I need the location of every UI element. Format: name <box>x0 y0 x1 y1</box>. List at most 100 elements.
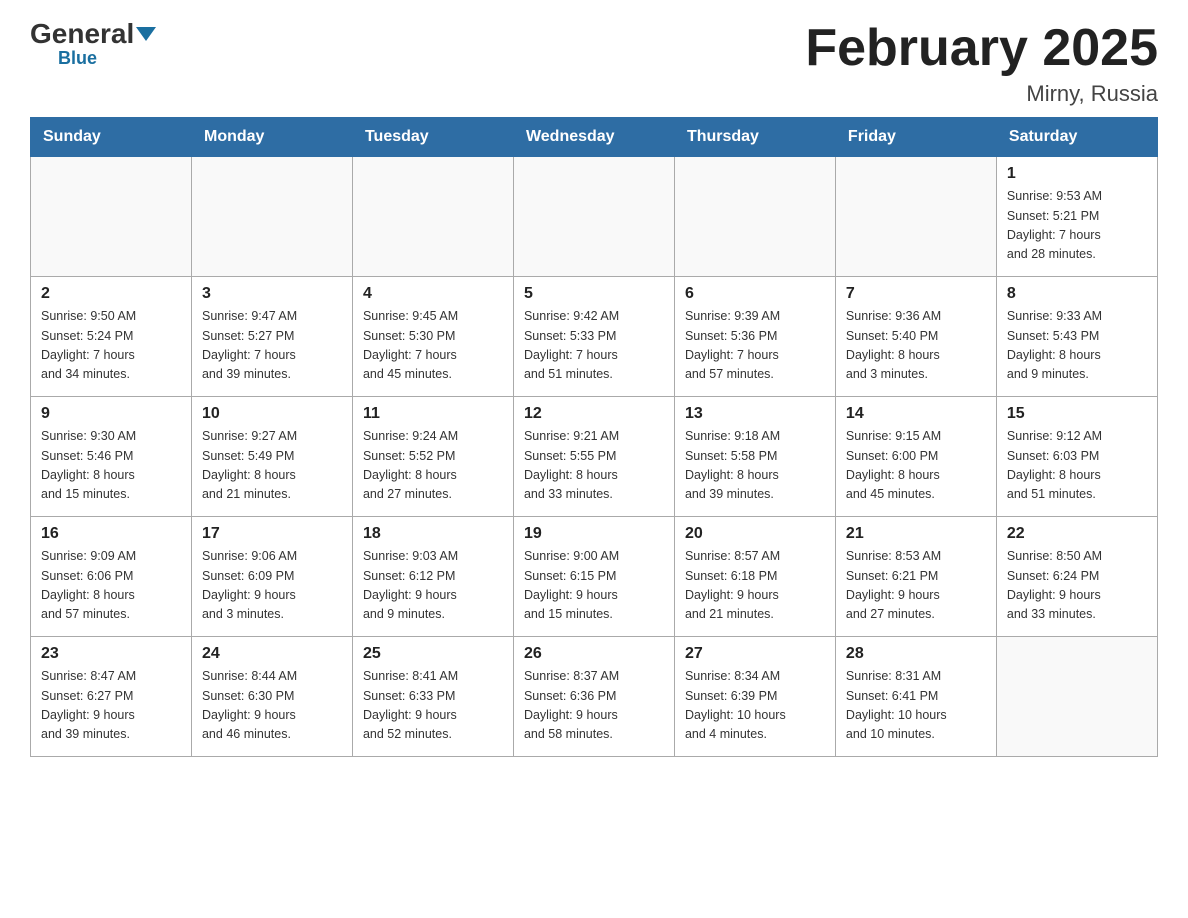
day-number: 20 <box>685 525 825 543</box>
calendar-subtitle: Mirny, Russia <box>805 81 1158 107</box>
calendar-day: 15Sunrise: 9:12 AMSunset: 6:03 PMDayligh… <box>996 397 1157 517</box>
weekday-header-wednesday: Wednesday <box>513 118 674 157</box>
calendar-day: 16Sunrise: 9:09 AMSunset: 6:06 PMDayligh… <box>31 517 192 637</box>
calendar-day: 20 Sunrise: 8:57 AMSunset: 6:18 PMDayligh… <box>674 517 835 637</box>
day-info: Sunrise: 9:53 AMSunset: 5:21 PMDaylight:… <box>1007 187 1147 265</box>
day-info: Sunrise: 8:41 AMSunset: 6:33 PMDaylight:… <box>363 667 503 745</box>
calendar-day: 21Sunrise: 8:53 AMSunset: 6:21 PMDayligh… <box>835 517 996 637</box>
weekday-header-saturday: Saturday <box>996 118 1157 157</box>
calendar-day: 23 Sunrise: 8:47 AMSunset: 6:27 PMDayligh… <box>31 637 192 757</box>
weekday-header-monday: Monday <box>191 118 352 157</box>
day-number: 10 <box>202 405 342 423</box>
calendar-day: 24 Sunrise: 8:44 AMSunset: 6:30 PMDayligh… <box>191 637 352 757</box>
calendar-day <box>996 637 1157 757</box>
day-info: Sunrise: 9:24 AMSunset: 5:52 PMDaylight:… <box>363 427 503 505</box>
calendar-day: 22 Sunrise: 8:50 AMSunset: 6:24 PMDayligh… <box>996 517 1157 637</box>
calendar-day <box>352 157 513 277</box>
day-info: Sunrise: 8:34 AMSunset: 6:39 PMDaylight:… <box>685 667 825 745</box>
calendar-day: 12Sunrise: 9:21 AMSunset: 5:55 PMDayligh… <box>513 397 674 517</box>
calendar-day <box>674 157 835 277</box>
day-info: Sunrise: 9:00 AMSunset: 6:15 PMDaylight:… <box>524 547 664 625</box>
day-number: 11 <box>363 405 503 423</box>
day-number: 24 <box>202 645 342 663</box>
calendar-day: 26 Sunrise: 8:37 AMSunset: 6:36 PMDayligh… <box>513 637 674 757</box>
calendar-day: 14Sunrise: 9:15 AMSunset: 6:00 PMDayligh… <box>835 397 996 517</box>
logo-blue-text: Blue <box>58 48 97 69</box>
day-info: Sunrise: 9:50 AMSunset: 5:24 PMDaylight:… <box>41 307 181 385</box>
day-info: Sunrise: 9:18 AMSunset: 5:58 PMDaylight:… <box>685 427 825 505</box>
calendar-day <box>191 157 352 277</box>
day-info: Sunrise: 9:45 AMSunset: 5:30 PMDaylight:… <box>363 307 503 385</box>
calendar-day: 9 Sunrise: 9:30 AMSunset: 5:46 PMDaylight… <box>31 397 192 517</box>
weekday-header-sunday: Sunday <box>31 118 192 157</box>
day-info: Sunrise: 8:37 AMSunset: 6:36 PMDaylight:… <box>524 667 664 745</box>
day-number: 3 <box>202 285 342 303</box>
calendar-day: 8Sunrise: 9:33 AMSunset: 5:43 PMDaylight… <box>996 277 1157 397</box>
day-info: Sunrise: 9:42 AMSunset: 5:33 PMDaylight:… <box>524 307 664 385</box>
day-number: 9 <box>41 405 181 423</box>
calendar-day: 11 Sunrise: 9:24 AMSunset: 5:52 PMDayligh… <box>352 397 513 517</box>
day-number: 5 <box>524 285 664 303</box>
calendar-day: 7Sunrise: 9:36 AMSunset: 5:40 PMDaylight… <box>835 277 996 397</box>
day-number: 2 <box>41 285 181 303</box>
day-number: 28 <box>846 645 986 663</box>
day-number: 1 <box>1007 165 1147 183</box>
weekday-header-thursday: Thursday <box>674 118 835 157</box>
calendar-day: 19Sunrise: 9:00 AMSunset: 6:15 PMDayligh… <box>513 517 674 637</box>
day-info: Sunrise: 9:03 AMSunset: 6:12 PMDaylight:… <box>363 547 503 625</box>
day-number: 13 <box>685 405 825 423</box>
calendar-body: 1 Sunrise: 9:53 AMSunset: 5:21 PMDaylight… <box>31 157 1158 757</box>
day-number: 23 <box>41 645 181 663</box>
calendar-week-5: 23 Sunrise: 8:47 AMSunset: 6:27 PMDayligh… <box>31 637 1158 757</box>
day-info: Sunrise: 8:53 AMSunset: 6:21 PMDaylight:… <box>846 547 986 625</box>
calendar-week-4: 16Sunrise: 9:09 AMSunset: 6:06 PMDayligh… <box>31 517 1158 637</box>
page-header: General Blue February 2025 Mirny, Russia <box>30 20 1158 107</box>
calendar-day <box>31 157 192 277</box>
calendar-day: 1 Sunrise: 9:53 AMSunset: 5:21 PMDaylight… <box>996 157 1157 277</box>
calendar-day <box>835 157 996 277</box>
calendar-day: 13 Sunrise: 9:18 AMSunset: 5:58 PMDayligh… <box>674 397 835 517</box>
title-section: February 2025 Mirny, Russia <box>805 20 1158 107</box>
day-number: 15 <box>1007 405 1147 423</box>
day-info: Sunrise: 9:39 AMSunset: 5:36 PMDaylight:… <box>685 307 825 385</box>
day-number: 27 <box>685 645 825 663</box>
day-info: Sunrise: 8:57 AMSunset: 6:18 PMDaylight:… <box>685 547 825 625</box>
day-info: Sunrise: 9:30 AMSunset: 5:46 PMDaylight:… <box>41 427 181 505</box>
calendar-title: February 2025 <box>805 20 1158 77</box>
weekday-header-friday: Friday <box>835 118 996 157</box>
calendar-week-1: 1 Sunrise: 9:53 AMSunset: 5:21 PMDaylight… <box>31 157 1158 277</box>
calendar-week-3: 9 Sunrise: 9:30 AMSunset: 5:46 PMDaylight… <box>31 397 1158 517</box>
calendar-day: 28Sunrise: 8:31 AMSunset: 6:41 PMDayligh… <box>835 637 996 757</box>
calendar-day: 4 Sunrise: 9:45 AMSunset: 5:30 PMDaylight… <box>352 277 513 397</box>
day-info: Sunrise: 9:09 AMSunset: 6:06 PMDaylight:… <box>41 547 181 625</box>
calendar-day: 2 Sunrise: 9:50 AMSunset: 5:24 PMDaylight… <box>31 277 192 397</box>
calendar-day <box>513 157 674 277</box>
calendar-header: SundayMondayTuesdayWednesdayThursdayFrid… <box>31 118 1158 157</box>
day-number: 12 <box>524 405 664 423</box>
day-info: Sunrise: 9:27 AMSunset: 5:49 PMDaylight:… <box>202 427 342 505</box>
logo: General Blue <box>30 20 156 69</box>
day-number: 18 <box>363 525 503 543</box>
day-info: Sunrise: 8:47 AMSunset: 6:27 PMDaylight:… <box>41 667 181 745</box>
calendar-day: 6 Sunrise: 9:39 AMSunset: 5:36 PMDaylight… <box>674 277 835 397</box>
day-info: Sunrise: 8:44 AMSunset: 6:30 PMDaylight:… <box>202 667 342 745</box>
calendar-day: 27 Sunrise: 8:34 AMSunset: 6:39 PMDayligh… <box>674 637 835 757</box>
calendar-day: 5 Sunrise: 9:42 AMSunset: 5:33 PMDaylight… <box>513 277 674 397</box>
day-number: 7 <box>846 285 986 303</box>
day-number: 25 <box>363 645 503 663</box>
logo-triangle-icon <box>136 27 156 41</box>
day-number: 4 <box>363 285 503 303</box>
calendar-week-2: 2 Sunrise: 9:50 AMSunset: 5:24 PMDaylight… <box>31 277 1158 397</box>
calendar-day: 17Sunrise: 9:06 AMSunset: 6:09 PMDayligh… <box>191 517 352 637</box>
day-number: 6 <box>685 285 825 303</box>
day-info: Sunrise: 8:50 AMSunset: 6:24 PMDaylight:… <box>1007 547 1147 625</box>
weekday-header-row: SundayMondayTuesdayWednesdayThursdayFrid… <box>31 118 1158 157</box>
day-info: Sunrise: 9:06 AMSunset: 6:09 PMDaylight:… <box>202 547 342 625</box>
day-info: Sunrise: 9:47 AMSunset: 5:27 PMDaylight:… <box>202 307 342 385</box>
logo-general-text: General <box>30 20 156 48</box>
day-info: Sunrise: 9:15 AMSunset: 6:00 PMDaylight:… <box>846 427 986 505</box>
weekday-header-tuesday: Tuesday <box>352 118 513 157</box>
day-number: 26 <box>524 645 664 663</box>
day-number: 22 <box>1007 525 1147 543</box>
calendar-day: 10 Sunrise: 9:27 AMSunset: 5:49 PMDayligh… <box>191 397 352 517</box>
